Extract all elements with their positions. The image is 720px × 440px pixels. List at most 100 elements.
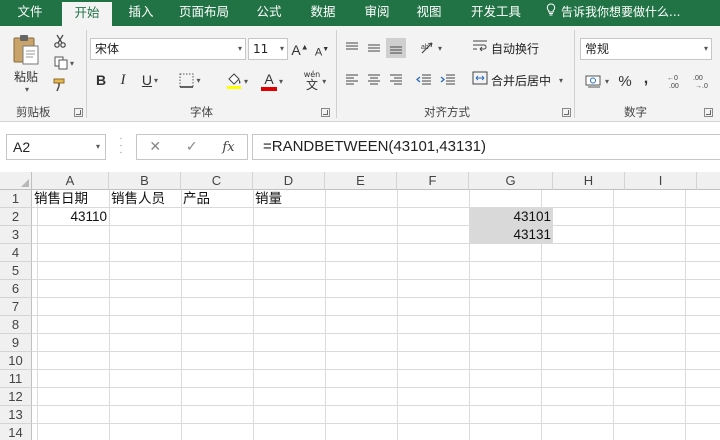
copy-icon xyxy=(54,56,68,70)
cell-C1[interactable]: 产品 xyxy=(181,190,253,208)
cell-A1[interactable]: 销售日期 xyxy=(32,190,109,208)
merge-center-button[interactable]: 合并后居中 ▾ xyxy=(472,70,563,92)
tab-page-layout[interactable]: 页面布局 xyxy=(170,0,238,26)
formula-bar-buttons: ✕ ✓ fx xyxy=(136,134,248,160)
align-center-icon xyxy=(367,74,381,86)
tab-formulas[interactable]: 公式 xyxy=(244,0,294,26)
decrease-font-size-button[interactable]: A▼ xyxy=(314,42,330,62)
borders-button[interactable]: ▾ xyxy=(172,70,208,90)
column-header[interactable]: F xyxy=(397,172,469,190)
clipboard-launcher-icon[interactable] xyxy=(74,108,83,117)
percent-style-button[interactable]: % xyxy=(616,70,634,92)
formula-input[interactable]: =RANDBETWEEN(43101,43131) xyxy=(252,134,720,160)
copy-button[interactable]: ▾ xyxy=(50,54,78,72)
row-header[interactable]: 2 xyxy=(0,208,32,226)
font-launcher-icon[interactable] xyxy=(321,108,330,117)
chevron-down-icon: ▾ xyxy=(24,85,29,94)
ribbon-tab-bar: 文件 开始 插入 页面布局 公式 数据 审阅 视图 开发工具 告诉我你想要做什么… xyxy=(0,0,720,26)
splitter-handle-icon[interactable]: ⋅ ⋅ ⋅ xyxy=(118,135,124,159)
tab-developer[interactable]: 开发工具 xyxy=(460,0,532,26)
align-center-button[interactable] xyxy=(364,70,384,90)
select-all-button[interactable] xyxy=(0,172,32,190)
tab-insert[interactable]: 插入 xyxy=(116,0,166,26)
row-header[interactable]: 4 xyxy=(0,244,32,262)
enter-icon[interactable]: ✓ xyxy=(186,139,198,155)
underline-button[interactable]: U ▾ xyxy=(136,70,164,90)
column-header[interactable]: D xyxy=(253,172,325,190)
scissors-icon xyxy=(53,34,67,48)
wrap-text-button[interactable]: 自动换行 xyxy=(472,38,539,60)
tab-view[interactable]: 视图 xyxy=(404,0,454,26)
accounting-format-button[interactable]: ▾ xyxy=(580,70,614,92)
decrease-indent-button[interactable] xyxy=(414,70,434,90)
cut-button[interactable] xyxy=(50,32,70,50)
fill-color-button[interactable]: ▾ xyxy=(220,70,254,92)
row-header[interactable]: 1 xyxy=(0,190,32,208)
cell-D1[interactable]: 销量 xyxy=(253,190,325,208)
top-align-button[interactable] xyxy=(342,38,362,58)
middle-align-button[interactable] xyxy=(364,38,384,58)
italic-button[interactable]: I xyxy=(114,70,132,90)
lightbulb-icon xyxy=(544,0,558,24)
format-painter-button[interactable] xyxy=(50,76,70,94)
insert-function-icon[interactable]: fx xyxy=(222,140,234,155)
font-color-button[interactable]: A ▾ xyxy=(256,70,288,92)
font-size-combo[interactable]: 11 ▾ xyxy=(248,38,288,60)
row-header[interactable]: 11 xyxy=(0,370,32,388)
phonetic-guide-button[interactable]: wén 文 ▾ xyxy=(298,70,332,92)
cell-G3[interactable]: 43131 xyxy=(469,226,553,244)
tab-review[interactable]: 审阅 xyxy=(352,0,402,26)
decrease-decimal-button[interactable]: .00 →.0 xyxy=(692,70,714,92)
name-box[interactable]: A2 ▾ xyxy=(6,134,106,160)
tab-data[interactable]: 数据 xyxy=(298,0,348,26)
bold-button[interactable]: B xyxy=(92,70,110,90)
column-header[interactable]: H xyxy=(553,172,625,190)
tab-file[interactable]: 文件 xyxy=(0,0,60,26)
wrap-text-icon xyxy=(472,38,488,60)
column-header[interactable]: I xyxy=(625,172,697,190)
chevron-down-icon: ▾ xyxy=(196,75,201,85)
row-header[interactable]: 6 xyxy=(0,280,32,298)
orientation-button[interactable]: ab ▾ xyxy=(414,38,448,58)
row-header[interactable]: 13 xyxy=(0,406,32,424)
cell-A2[interactable]: 43110 xyxy=(32,208,109,226)
column-header[interactable]: A xyxy=(32,172,109,190)
align-left-button[interactable] xyxy=(342,70,362,90)
row-header[interactable]: 9 xyxy=(0,334,32,352)
row-header[interactable]: 14 xyxy=(0,424,32,440)
increase-decimal-button[interactable]: ←0.00 xyxy=(666,70,688,92)
row-header[interactable]: 5 xyxy=(0,262,32,280)
column-header[interactable]: G xyxy=(469,172,553,190)
bottom-align-button[interactable] xyxy=(386,38,406,58)
cell-G2[interactable]: 43101 xyxy=(469,208,553,226)
increase-font-size-button[interactable]: A▲ xyxy=(291,40,308,60)
column-header[interactable]: E xyxy=(325,172,397,190)
tab-home[interactable]: 开始 xyxy=(62,2,112,26)
align-top-icon xyxy=(345,42,359,54)
number-launcher-icon[interactable] xyxy=(704,108,713,117)
number-format-combo[interactable]: 常规 ▾ xyxy=(580,38,712,60)
ribbon-home: 粘贴 ▾ ▾ 剪贴板 宋体 ▾ 11 ▾ A▲ A▼ B I U ▾ ▾ ▾ A… xyxy=(0,26,720,122)
alignment-launcher-icon[interactable] xyxy=(562,108,571,117)
cell-area[interactable]: 43101 43131 销售日期 销售人员 产品 销量 43110 xyxy=(32,190,720,440)
text-orientation-icon: ab xyxy=(420,41,436,55)
column-header[interactable]: C xyxy=(181,172,253,190)
font-name-combo[interactable]: 宋体 ▾ xyxy=(90,38,246,60)
tell-me-box[interactable]: 告诉我你想要做什么... xyxy=(544,0,680,26)
row-header[interactable]: 12 xyxy=(0,388,32,406)
row-header[interactable]: 10 xyxy=(0,352,32,370)
increase-indent-button[interactable] xyxy=(438,70,458,90)
cell-B1[interactable]: 销售人员 xyxy=(109,190,181,208)
row-header[interactable]: 3 xyxy=(0,226,32,244)
wrap-text-label: 自动换行 xyxy=(491,42,540,56)
chevron-down-icon: ▾ xyxy=(703,44,708,53)
outdent-icon xyxy=(416,74,432,86)
align-right-button[interactable] xyxy=(386,70,406,90)
column-header[interactable] xyxy=(697,172,720,190)
row-header[interactable]: 7 xyxy=(0,298,32,316)
paste-button[interactable]: 粘贴 ▾ xyxy=(6,32,46,96)
row-header[interactable]: 8 xyxy=(0,316,32,334)
column-header[interactable]: B xyxy=(109,172,181,190)
comma-style-button[interactable]: , xyxy=(638,68,654,90)
cancel-icon[interactable]: ✕ xyxy=(149,139,161,155)
